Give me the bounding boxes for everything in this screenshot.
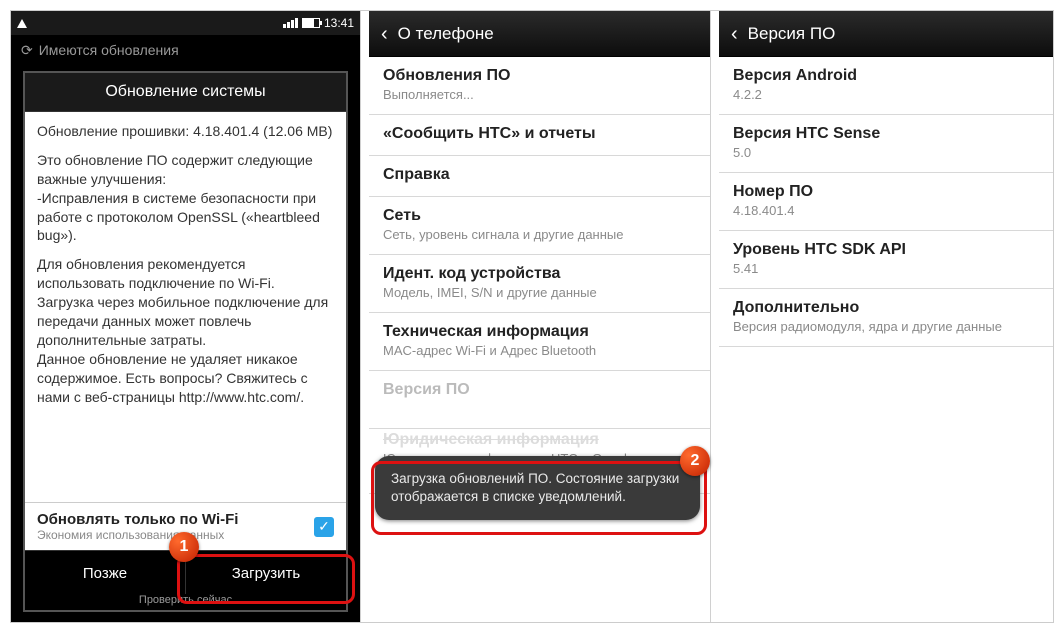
list-item[interactable]: Обновления ПО Выполняется... <box>369 57 710 115</box>
list-item[interactable]: Справка <box>369 156 710 197</box>
list-item[interactable]: «Сообщить HTC» и отчеты <box>369 115 710 156</box>
dialog-buttons: Позже Загрузить <box>25 550 346 596</box>
dialog-body: Обновление прошивки: 4.18.401.4 (12.06 M… <box>25 112 346 502</box>
list-item[interactable]: Уровень HTC SDK API 5.41 <box>719 231 1054 289</box>
header-title: Версия ПО <box>748 24 836 44</box>
about-list: Обновления ПО Выполняется... «Сообщить H… <box>369 57 710 494</box>
later-button[interactable]: Позже <box>25 550 186 596</box>
phone-1: 13:41 ⟳ Имеются обновления Обновление си… <box>11 11 361 623</box>
battery-icon <box>302 18 320 28</box>
download-toast: Загрузка обновлений ПО. Состояние загруз… <box>375 456 700 520</box>
check-now-label: Проверить сейчас <box>25 594 346 610</box>
list-item[interactable]: Версия ПО Версия ОС, ПО, оборудования и … <box>369 371 710 429</box>
firmware-line: Обновление прошивки: 4.18.401.4 (12.06 M… <box>37 122 334 141</box>
update-description-1: Это обновление ПО содержит следующие важ… <box>37 151 334 245</box>
list-item[interactable]: Номер ПО 4.18.401.4 <box>719 173 1054 231</box>
phone-2: ‹ О телефоне Обновления ПО Выполняется..… <box>369 11 711 623</box>
back-icon[interactable]: ‹ <box>381 24 388 44</box>
header-version[interactable]: ‹ Версия ПО <box>719 11 1054 57</box>
status-bar: 13:41 <box>11 11 360 35</box>
notif-icon <box>17 19 27 28</box>
list-item[interactable]: Сеть Сеть, уровень сигнала и другие данн… <box>369 197 710 255</box>
wifi-only-title: Обновлять только по Wi-Fi <box>37 511 314 528</box>
header-title: О телефоне <box>398 24 494 44</box>
wifi-only-checkbox[interactable]: ✓ <box>314 517 334 537</box>
wifi-only-sub: Экономия использования данных <box>37 528 314 542</box>
list-item[interactable]: Дополнительно Версия радиомодуля, ядра и… <box>719 289 1054 347</box>
clock: 13:41 <box>324 16 354 30</box>
dialog-title: Обновление системы <box>25 73 346 112</box>
list-item[interactable]: Версия HTC Sense 5.0 <box>719 115 1054 173</box>
list-item[interactable]: Версия Android 4.2.2 <box>719 57 1054 115</box>
version-list: Версия Android 4.2.2 Версия HTC Sense 5.… <box>719 57 1054 347</box>
wifi-only-row[interactable]: Обновлять только по Wi-Fi Экономия испол… <box>25 502 346 550</box>
header-about[interactable]: ‹ О телефоне <box>369 11 710 57</box>
back-icon[interactable]: ‹ <box>731 24 738 44</box>
list-item[interactable]: Техническая информация MAC-адрес Wi-Fi и… <box>369 313 710 371</box>
signal-icon <box>283 18 298 28</box>
phone-3: ‹ Версия ПО Версия Android 4.2.2 Версия … <box>719 11 1054 623</box>
list-item[interactable]: Идент. код устройства Модель, IMEI, S/N … <box>369 255 710 313</box>
update-description-2: Для обновления рекомендуется использоват… <box>37 255 334 406</box>
notification-subhead: ⟳ Имеются обновления <box>11 35 360 65</box>
system-update-dialog: Обновление системы Обновление прошивки: … <box>25 73 346 610</box>
download-button[interactable]: Загрузить <box>186 550 346 596</box>
